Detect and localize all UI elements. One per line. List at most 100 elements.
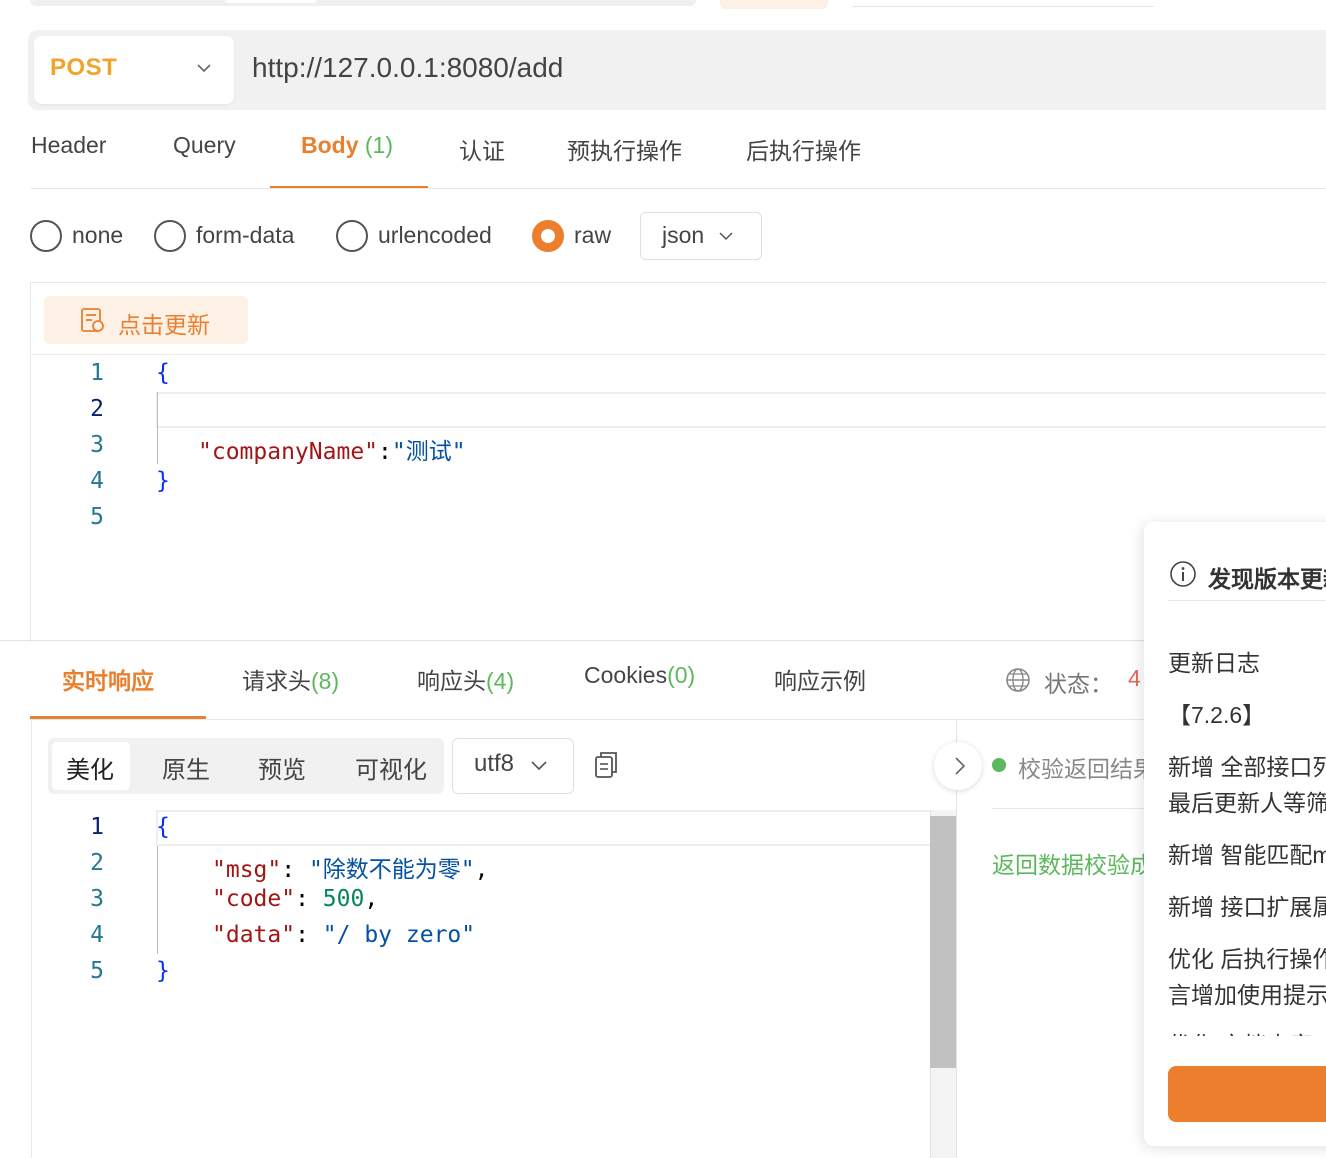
radio-raw[interactable]	[532, 220, 564, 252]
radio-form-data[interactable]	[154, 220, 186, 252]
radio-none[interactable]	[30, 220, 62, 252]
line-number: 2	[90, 850, 104, 876]
line-number: 1	[90, 814, 104, 840]
code-value: "/ by zero"	[322, 922, 476, 948]
changelog-item: 新增 接口扩展属性	[1168, 894, 1326, 920]
panel-divider	[0, 640, 1146, 641]
code-open-brace: {	[156, 360, 170, 386]
tab-count: (1)	[364, 132, 394, 158]
tab-count: (8)	[311, 668, 340, 694]
tab-pre-request[interactable]: 预执行操作	[567, 132, 682, 166]
code-line: "data": "/ by zero"	[212, 922, 476, 948]
status-value: 4	[1128, 665, 1141, 691]
edit-document-icon	[81, 308, 104, 332]
changelog-item: 优化 后执行操作	[1168, 946, 1326, 972]
changelog-version: 【7.2.6】	[1168, 702, 1266, 728]
tab-body[interactable]: Body (1)	[301, 132, 393, 159]
line-number: 2	[90, 396, 104, 422]
tab-label: 实时响应	[62, 668, 154, 694]
tab-count: (0)	[667, 662, 696, 688]
url-input[interactable]: http://127.0.0.1:8080/add	[252, 52, 563, 84]
update-button-label: 点击更新	[118, 312, 210, 338]
update-now-button[interactable]	[1168, 1066, 1326, 1122]
tab-count: (4)	[486, 668, 515, 694]
line-number: 4	[90, 922, 104, 948]
tab-header[interactable]: Header	[31, 132, 106, 159]
radio-label-raw: raw	[574, 222, 612, 248]
info-icon	[1170, 561, 1196, 587]
code-open-brace: {	[156, 814, 170, 840]
code-close-brace: }	[156, 958, 170, 984]
editor-divider	[31, 354, 1326, 355]
tab-cookies[interactable]: Cookies(0)	[584, 662, 695, 689]
chevron-down-icon	[197, 64, 211, 73]
tab-query[interactable]: Query	[173, 132, 236, 159]
chevron-down-icon	[719, 232, 733, 241]
top-action-button[interactable]	[720, 0, 828, 9]
tab-label: 预执行操作	[567, 138, 682, 164]
radio-label-urlencoded: urlencoded	[378, 222, 492, 248]
request-code-editor[interactable]	[156, 392, 926, 562]
tab-label: Body	[301, 132, 359, 158]
code-line: "code": 500,	[212, 886, 379, 912]
validation-status-dot	[992, 758, 1006, 772]
tab-label: 后执行操作	[746, 138, 861, 164]
chevron-down-icon	[531, 761, 547, 771]
tab-divider	[30, 719, 1146, 720]
line-number: 5	[90, 958, 104, 984]
globe-icon	[1006, 668, 1030, 692]
scrollbar-thumb[interactable]	[930, 816, 956, 1068]
code-line: "msg": "除数不能为零",	[212, 857, 489, 883]
changelog-item: 最后更新人等筛选	[1168, 790, 1326, 816]
format-raw[interactable]: 原生	[162, 750, 210, 785]
changelog-item: 优化 文档内容	[1168, 1026, 1312, 1036]
top-divider	[852, 6, 1154, 7]
format-visualize[interactable]: 可视化	[355, 750, 427, 785]
code-value: 500	[322, 886, 365, 912]
line-number: 4	[90, 468, 104, 494]
tab-label: 认证	[459, 138, 505, 164]
line-number: 5	[90, 504, 104, 530]
tab-label: 请求头	[242, 668, 311, 694]
copy-icon[interactable]	[592, 750, 620, 780]
changelog-item: 新增 智能匹配mock	[1168, 842, 1326, 868]
encoding-label: utf8	[474, 750, 515, 777]
tab-label: Cookies	[584, 662, 668, 688]
radio-label-none: none	[72, 222, 124, 248]
line-number: 3	[90, 886, 104, 912]
validation-divider	[992, 808, 1146, 809]
previous-tab-strip	[30, 0, 696, 6]
code-key: "data"	[212, 922, 296, 948]
update-dialog-title: 发现版本更新	[1208, 566, 1326, 592]
format-preview[interactable]: 预览	[258, 750, 306, 785]
tab-post-request[interactable]: 后执行操作	[746, 132, 861, 166]
tab-label: 响应示例	[774, 668, 866, 694]
tab-response-examples[interactable]: 响应示例	[774, 662, 866, 696]
chevron-right-icon	[955, 757, 966, 775]
tab-divider	[30, 188, 1326, 189]
status-label: 状态：	[1044, 671, 1113, 697]
tab-auth[interactable]: 认证	[459, 132, 505, 166]
tab-label: Header	[31, 132, 107, 158]
changelog-item: 言增加使用提示	[1168, 982, 1326, 1008]
code-value: "除数不能为零"	[308, 857, 475, 883]
line-number: 1	[90, 360, 104, 386]
tab-request-headers[interactable]: 请求头(8)	[242, 662, 339, 696]
radio-label-form-data: form-data	[196, 222, 295, 248]
tab-label: 响应头	[417, 668, 486, 694]
code-key: "code"	[212, 886, 296, 912]
raw-format-label: json	[662, 222, 705, 248]
tab-live-response[interactable]: 实时响应	[62, 662, 154, 696]
changelog-item: 新增 全部接口列表	[1168, 754, 1326, 780]
changelog-overflow: 优化 文档内容	[1168, 1026, 1326, 1036]
changelog-heading: 更新日志	[1168, 650, 1260, 676]
tab-label: Query	[173, 132, 236, 158]
method-label: POST	[50, 54, 118, 81]
format-pretty[interactable]: 美化	[66, 750, 114, 785]
tab-response-headers[interactable]: 响应头(4)	[417, 662, 514, 696]
validation-result: 返回数据校验成功	[992, 852, 1146, 878]
update-dialog	[1144, 522, 1326, 1146]
radio-urlencoded[interactable]	[336, 220, 368, 252]
code-key: "msg"	[212, 857, 282, 883]
indent-guide	[157, 846, 158, 954]
